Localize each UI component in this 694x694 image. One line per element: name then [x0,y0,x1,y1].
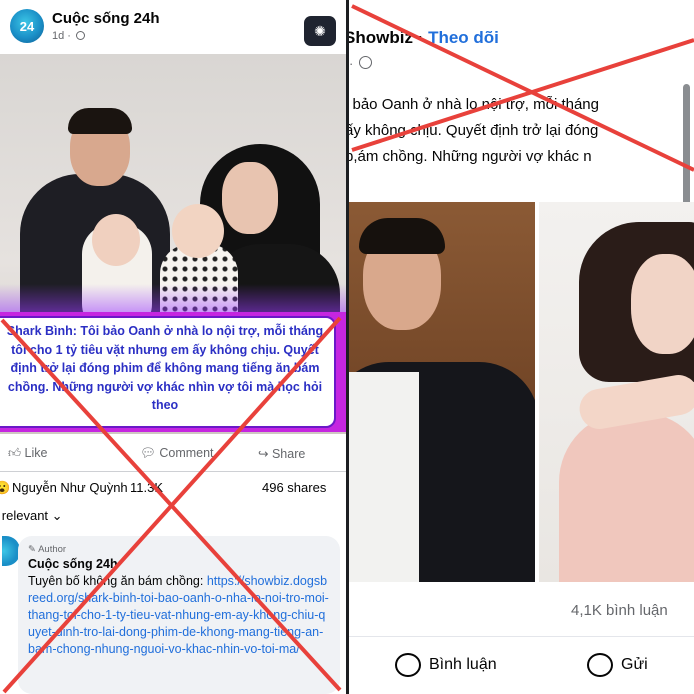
page-name[interactable]: Cuộc sống 24h [52,10,160,27]
right-screenshot: Showbiz · Theo dõi · i bảo Oanh ở nhà lo… [349,0,694,694]
filter-label: Most relevant [0,508,49,523]
reactions-count[interactable]: 11.3K [130,480,163,495]
share-button[interactable]: Gửi [587,653,648,677]
author-badge-label: Author [38,544,67,555]
action-bar: 👍︎ Like 💬︎ Comment ↪ Share [0,436,346,472]
page-avatar[interactable]: 24 [10,9,44,43]
post-text-line-2: ấy không chịu. Quyết định trở lại đóng [349,122,599,139]
post-text: i bảo Oanh ở nhà lo nội trợ, mỗi tháng ấ… [349,92,690,170]
avatar-text: 24 [19,18,35,34]
post-header: 24 Cuộc sống 24h 1d · ✺ [0,0,346,52]
post-text-line-3: b,ám chồng. Những người vợ khác n [349,148,592,165]
like-label: Like [24,446,48,460]
share-label: Gửi [621,656,648,674]
globe-icon [76,31,86,40]
comment-author[interactable]: Cuộc sống 24h [28,557,330,571]
share-button[interactable]: ↪ Share [258,446,305,461]
messenger-icon [587,653,613,677]
post-time: 1d [52,30,65,42]
man-hair [68,108,132,134]
share-label: Share [271,447,306,461]
reactions-name[interactable]: Nguyễn Như Quỳnh [12,480,128,495]
reaction-icon[interactable]: 😮 [0,480,10,496]
comment-button[interactable]: 💬︎ Comment [140,446,214,461]
comment-filter[interactable]: Most relevant ⌄ [0,508,63,524]
globe-icon [358,56,372,69]
man-shirt [349,372,419,582]
brain-icon[interactable]: ✺ [304,16,336,46]
photo-man[interactable] [349,202,535,582]
comment-button[interactable]: Bình luận [395,653,497,677]
chevron-down-icon: ⌄ [51,508,63,523]
author-badge: ✎ Author [28,544,67,555]
post-header: Showbiz · Theo dõi · [349,0,694,90]
comment-icon [395,653,421,677]
man-hair [359,218,445,254]
comment-text: Tuyên bố không ăn bám chồng: https://sho… [28,573,330,658]
post-meta: · [349,56,372,71]
left-screenshot: 24 Cuộc sống 24h 1d · ✺ Shark Bình: Tôi … [0,0,346,694]
woman-dress [559,412,694,582]
separator: · [412,28,429,47]
follow-button[interactable]: Theo dõi [428,28,499,47]
woman-head [222,162,278,234]
comment-label: Comment [159,446,214,460]
shares-count[interactable]: 496 shares [262,480,326,495]
post-meta: 1d · [52,30,86,42]
action-bar: Bình luận Gửi [349,636,694,694]
image-caption: Shark Bình: Tôi bảo Oanh ở nhà lo nội tr… [0,316,336,428]
comment-label: Bình luận [429,656,497,674]
author-comment: ✎ Author Cuộc sống 24h Tuyên bố không ăn… [18,536,340,694]
post-text-line-1: i bảo Oanh ở nhà lo nội trợ, mỗi tháng [349,96,599,113]
woman-face [631,254,694,354]
caption-lead: Shark Bình: [6,324,77,338]
like-button[interactable]: 👍︎ Like [8,446,47,461]
baby-head-1 [92,214,140,266]
baby-head-2 [172,204,224,258]
photo-woman[interactable] [539,202,694,582]
reactions-row: 😮 Nguyễn Như Quỳnh 11.3K 496 shares [0,478,346,500]
page-name[interactable]: Showbiz [349,28,413,47]
page-title: Showbiz · Theo dõi [349,28,499,48]
comments-count[interactable]: 4,1K bình luận [571,602,668,619]
comment-prefix: Tuyên bố không ăn bám chồng: [28,574,207,588]
